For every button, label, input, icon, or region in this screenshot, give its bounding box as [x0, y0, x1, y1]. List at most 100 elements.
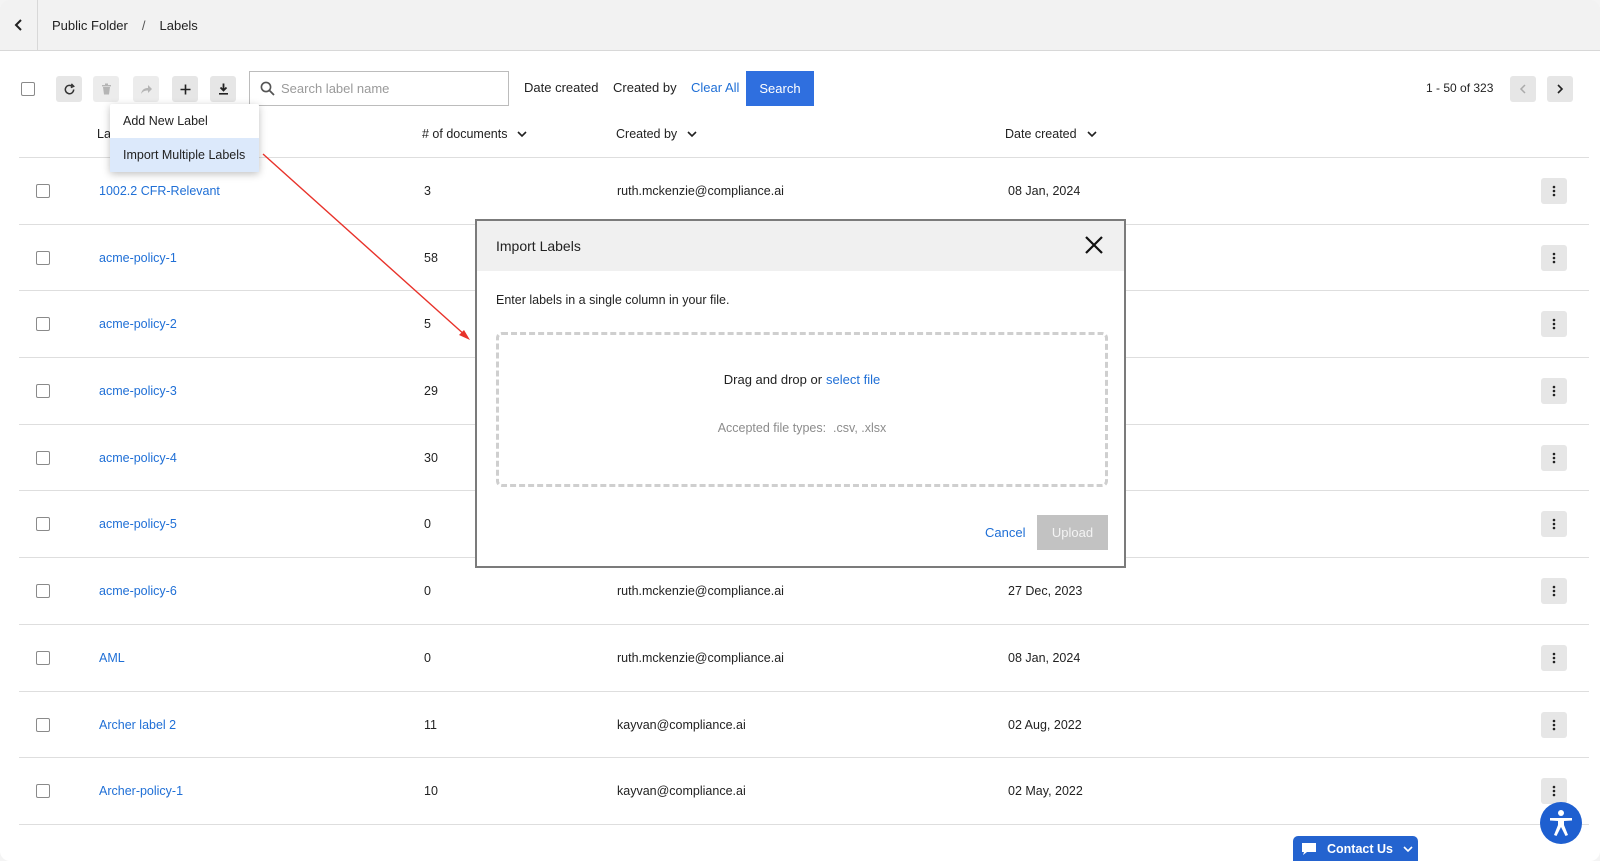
row-checkbox[interactable]: [36, 317, 50, 332]
breadcrumb-parent[interactable]: Public Folder: [52, 18, 128, 33]
label-link[interactable]: AML: [99, 651, 125, 665]
filter-date-created[interactable]: Date created: [524, 80, 598, 95]
label-link[interactable]: Archer label 2: [99, 718, 176, 732]
doc-count: 0: [424, 584, 431, 599]
row-menu-button[interactable]: [1541, 311, 1567, 338]
label-link[interactable]: acme-policy-6: [99, 584, 177, 598]
back-button[interactable]: [0, 0, 38, 51]
column-header-date-created[interactable]: Date created: [1005, 127, 1097, 141]
add-button[interactable]: [172, 76, 198, 102]
date-created: 08 Jan, 2024: [1008, 650, 1081, 665]
row-menu-button[interactable]: [1541, 178, 1567, 204]
upload-button[interactable]: Upload: [1037, 515, 1108, 550]
column-header-created-by[interactable]: Created by: [616, 127, 697, 141]
row-checkbox[interactable]: [36, 184, 50, 198]
breadcrumb-current: Labels: [159, 17, 198, 33]
created-by: ruth.mckenzie@compliance.ai: [617, 184, 784, 198]
kebab-icon: [1552, 785, 1556, 797]
file-dropzone[interactable]: Drag and drop or select file Accepted fil…: [496, 332, 1108, 487]
trash-icon: [101, 83, 111, 95]
row-menu-button[interactable]: [1541, 778, 1567, 805]
search-icon: [260, 81, 275, 96]
page: Public Folder / Labels Search label name…: [0, 0, 1600, 861]
row-checkbox[interactable]: [36, 384, 50, 399]
breadcrumb-separator: /: [141, 17, 146, 33]
label-link[interactable]: acme-policy-3: [99, 384, 177, 398]
select-all-checkbox[interactable]: [21, 82, 35, 96]
row-checkbox[interactable]: [36, 517, 50, 532]
refresh-icon: [64, 82, 75, 94]
label-link[interactable]: Archer-policy-1: [99, 784, 183, 798]
accessibility-button[interactable]: [1540, 802, 1582, 844]
download-button[interactable]: [210, 76, 236, 102]
close-icon[interactable]: [1084, 235, 1104, 255]
import-labels-modal: Import Labels Enter labels in a single c…: [475, 219, 1126, 568]
row-checkbox[interactable]: [36, 717, 50, 732]
row-checkbox[interactable]: [36, 784, 50, 799]
label-link[interactable]: acme-policy-2: [99, 317, 177, 331]
doc-count: 10: [424, 784, 438, 799]
dropzone-prompt: Drag and drop or select file: [499, 372, 1105, 387]
chevron-down-icon: [1087, 130, 1097, 137]
created-by: ruth.mckenzie@compliance.ai: [617, 650, 784, 665]
column-header-docs[interactable]: # of documents: [422, 127, 528, 141]
filter-created-by[interactable]: Created by: [613, 80, 677, 95]
row-menu-button[interactable]: [1541, 511, 1567, 538]
next-page-button[interactable]: [1547, 76, 1573, 102]
column-header-label-text: La: [97, 127, 111, 141]
contact-us-widget[interactable]: Contact Us: [1293, 836, 1418, 861]
share-button[interactable]: [133, 76, 159, 102]
clear-all-link[interactable]: Clear All: [691, 80, 739, 95]
menu-item-add-new-label[interactable]: Add New Label: [110, 104, 259, 138]
share-arrow-icon: [140, 84, 152, 94]
kebab-icon: [1552, 185, 1556, 197]
table-row: AML 0 ruth.mckenzie@compliance.ai 08 Jan…: [19, 625, 1589, 692]
accepted-types-label: Accepted file types:: [717, 421, 827, 435]
kebab-icon: [1552, 252, 1556, 263]
chat-bubble-icon: [1302, 843, 1316, 855]
kebab-icon: [1552, 452, 1556, 464]
doc-count: 11: [424, 717, 437, 732]
row-checkbox[interactable]: [36, 450, 50, 465]
doc-count: 5: [424, 317, 431, 332]
row-menu-button[interactable]: [1541, 378, 1567, 405]
chevron-left-icon: [1519, 84, 1526, 94]
row-checkbox[interactable]: [36, 584, 50, 599]
row-menu-button[interactable]: [1541, 444, 1567, 471]
row-menu-button[interactable]: [1541, 578, 1567, 605]
row-menu-button[interactable]: [1541, 644, 1567, 671]
label-link[interactable]: acme-policy-4: [99, 451, 177, 465]
chevron-down-icon: [517, 130, 528, 137]
refresh-button[interactable]: [56, 76, 82, 102]
kebab-icon: [1552, 652, 1556, 664]
modal-header: Import Labels: [477, 221, 1124, 271]
cancel-button[interactable]: Cancel: [985, 525, 1025, 540]
select-file-link[interactable]: select file: [826, 372, 880, 387]
created-by: kayvan@compliance.ai: [617, 717, 746, 732]
row-checkbox[interactable]: [36, 650, 50, 665]
label-link[interactable]: acme-policy-1: [99, 251, 177, 265]
menu-item-import-multiple-labels[interactable]: Import Multiple Labels: [110, 138, 259, 172]
accepted-types-value: .csv, .xlsx: [833, 421, 887, 435]
row-menu-button[interactable]: [1541, 244, 1567, 271]
drag-drop-text: Drag and drop or: [723, 372, 823, 387]
table-row: Archer-policy-1 10 kayvan@compliance.ai …: [19, 758, 1589, 825]
chevron-down-icon: [1403, 845, 1413, 852]
label-link[interactable]: 1002.2 CFR-Relevant: [99, 184, 220, 198]
table-row: acme-policy-6 0 ruth.mckenzie@compliance…: [19, 558, 1589, 625]
contact-us-label: Contact Us: [1327, 842, 1393, 856]
search-input[interactable]: [281, 81, 491, 96]
kebab-icon: [1552, 719, 1556, 730]
search-button[interactable]: Search: [746, 71, 814, 106]
delete-button[interactable]: [93, 76, 119, 102]
search-box: [249, 71, 509, 106]
kebab-icon: [1552, 585, 1556, 597]
label-link[interactable]: acme-policy-5: [99, 517, 177, 531]
column-header-date-created-text: Date created: [1005, 127, 1077, 141]
prev-page-button[interactable]: [1510, 76, 1536, 102]
modal-instruction: Enter labels in a single column in your …: [496, 293, 730, 307]
row-checkbox[interactable]: [36, 250, 50, 265]
column-header-label[interactable]: La: [97, 127, 111, 141]
row-menu-button[interactable]: [1541, 711, 1567, 738]
add-dropdown-menu: Add New Label Import Multiple Labels: [110, 104, 259, 172]
